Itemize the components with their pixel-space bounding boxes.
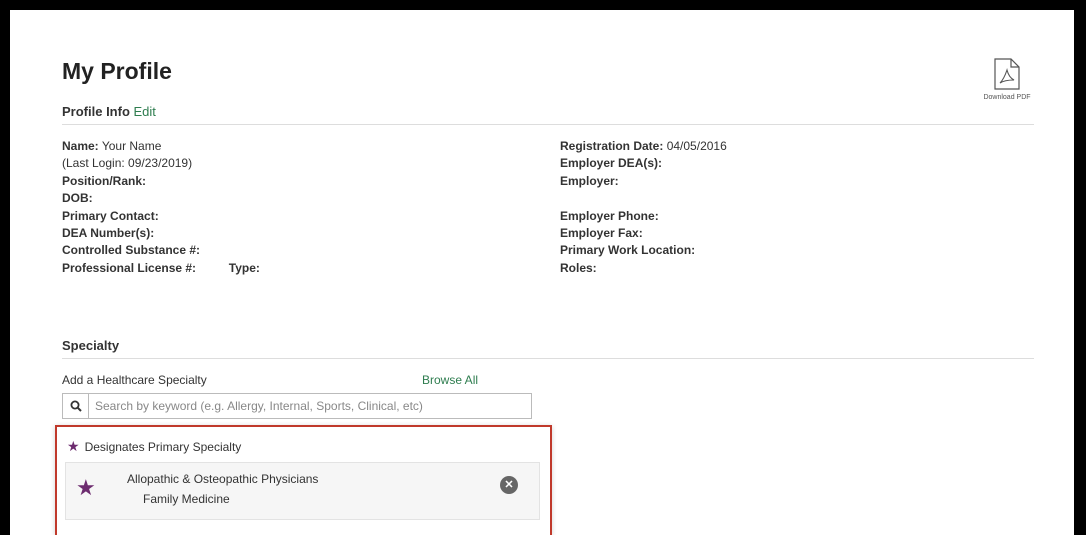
star-icon: ★ [67, 438, 80, 454]
profile-info-right: Registration Date: 04/05/2016 Employer D… [560, 138, 727, 277]
professional-license-label: Professional License #: [62, 260, 197, 275]
position-label: Position/Rank: [62, 173, 147, 188]
profile-info-left: Name: Your Name (Last Login: 09/23/2019)… [62, 138, 260, 277]
edit-profile-link[interactable]: Edit [134, 104, 156, 119]
primary-specialty-panel: ★ Designates Primary Specialty ★ Allopat… [55, 425, 552, 535]
primary-star-icon[interactable]: ★ [76, 475, 96, 501]
specialty-category: Allopathic & Osteopathic Physicians [127, 472, 319, 486]
close-icon[interactable]: ✕ [500, 476, 518, 494]
controlled-substance-label: Controlled Substance #: [62, 243, 201, 258]
specialty-title: Specialty [62, 338, 120, 353]
add-specialty-label: Add a Healthcare Specialty [62, 373, 207, 387]
employer-phone-label: Employer Phone: [560, 208, 659, 223]
specialty-heading: Specialty [62, 338, 1034, 359]
registration-date-value: 04/05/2016 [666, 139, 727, 153]
employer-dea-label: Employer DEA(s): [560, 156, 663, 171]
browse-all-link[interactable]: Browse All [422, 373, 478, 387]
specialty-name: Family Medicine [143, 492, 230, 506]
dob-label: DOB: [62, 191, 93, 206]
name-row: Name: Your Name [62, 138, 260, 155]
legend-text: Designates Primary Specialty [84, 439, 242, 454]
employer-fax-label: Employer Fax: [560, 226, 643, 241]
registration-date-label: Registration Date: [560, 139, 664, 153]
download-pdf-button[interactable]: Download PDF [974, 58, 1040, 101]
primary-contact-label: Primary Contact: [62, 208, 159, 223]
primary-specialty-legend: ★ Designates Primary Specialty [67, 438, 241, 455]
profile-page: My Profile Download PDF Profile Info Edi… [10, 10, 1074, 535]
name-label: Name: [62, 139, 99, 153]
primary-work-location-label: Primary Work Location: [560, 243, 696, 258]
roles-label: Roles: [560, 260, 597, 275]
download-pdf-label: Download PDF [983, 94, 1031, 101]
employer-label: Employer: [560, 173, 619, 188]
last-login: (Last Login: 09/23/2019) [62, 156, 193, 171]
specialty-item: ★ Allopathic & Osteopathic Physicians Fa… [65, 462, 540, 520]
specialty-search [62, 393, 532, 419]
page-title: My Profile [62, 58, 172, 84]
profile-info-heading: Profile Info Edit [62, 104, 1034, 125]
license-type-label: Type: [228, 260, 260, 275]
specialty-search-input[interactable] [89, 394, 531, 418]
dea-number-label: DEA Number(s): [62, 226, 155, 241]
registration-row: Registration Date: 04/05/2016 [560, 138, 727, 155]
pdf-file-icon [994, 58, 1020, 90]
profile-info-title: Profile Info [62, 104, 130, 119]
name-value: Your Name [101, 139, 162, 153]
search-icon[interactable] [63, 394, 89, 418]
